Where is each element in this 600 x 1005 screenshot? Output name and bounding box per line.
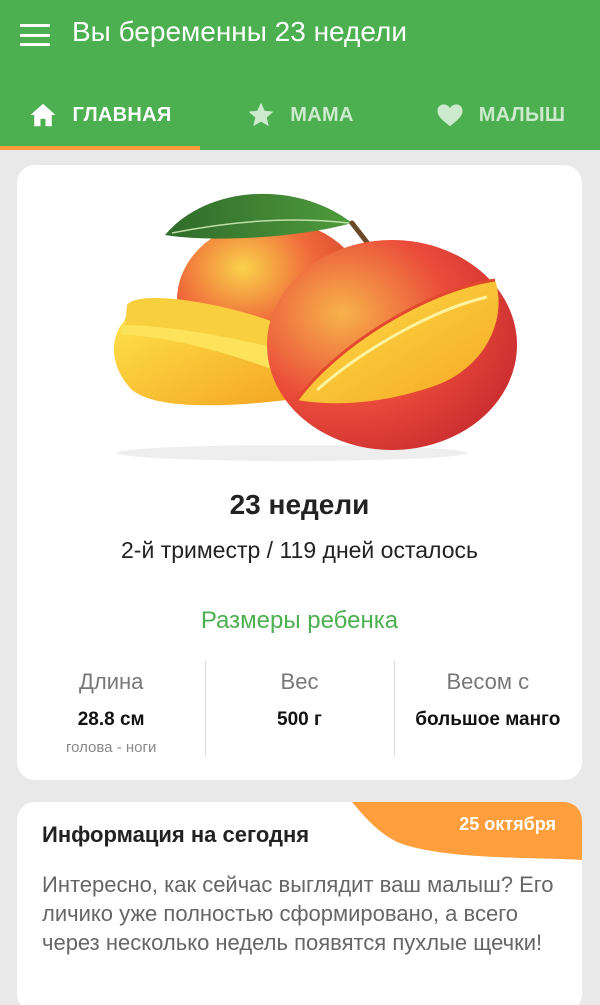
tab-mama-label: МАМА [290,103,354,126]
menu-bar-line [20,33,50,37]
tab-baby[interactable]: МАЛЫШ [400,80,600,150]
hamburger-menu-icon[interactable] [18,20,52,50]
baby-sizes-link[interactable]: Размеры ребенка [17,607,582,635]
tab-baby-label: МАЛЫШ [478,103,566,126]
active-tab-indicator [0,146,200,150]
daily-info-card[interactable]: Информация на сегодня 25 октября Интерес… [17,802,582,1005]
menu-bar-line [20,24,50,27]
week-card: 23 недели 2-й триместр / 119 дней остало… [17,165,582,780]
date-badge: 25 октября [352,802,582,860]
stat-value: большое манго [415,709,561,730]
menu-bar-line [20,43,50,46]
stat-value: 28.8 см [77,709,145,730]
info-text: Интересно, как сейчас выглядит ваш малыш… [42,872,554,955]
stat-weight: Вес 500 г [205,661,393,757]
trimester-info: 2-й триместр / 119 дней осталось [121,537,478,563]
home-icon [30,103,56,127]
heart-icon [437,104,463,127]
star-icon [248,102,274,127]
baby-stats: Длина 28.8 см голова - ноги Вес 500 г Ве… [17,661,582,757]
tab-home-label: ГЛАВНАЯ [72,103,172,126]
stat-label: Длина [78,669,144,694]
stat-sub: голова - ноги [65,739,157,756]
tab-bar: ГЛАВНАЯ МАМА МАЛЫШ [0,80,600,150]
stat-value: 500 г [277,709,322,730]
tab-mama[interactable]: МАМА [200,80,400,150]
week-title: 23 недели [229,489,370,520]
tab-home[interactable]: ГЛАВНАЯ [0,80,200,150]
stat-label: Весом с [446,669,530,694]
info-date: 25 октября [459,814,556,834]
stat-label: Вес [280,669,319,694]
app-title: Вы беременны 23 недели [72,16,407,47]
app-bar: Вы беременны 23 недели ГЛАВНАЯ МАМА МАЛЫ… [0,0,600,150]
info-title: Информация на сегодня [42,822,310,847]
mango-illustration [113,193,517,461]
stat-size-comparison: Весом с большое манго [393,661,582,757]
stat-length: Длина 28.8 см голова - ноги [17,661,205,757]
